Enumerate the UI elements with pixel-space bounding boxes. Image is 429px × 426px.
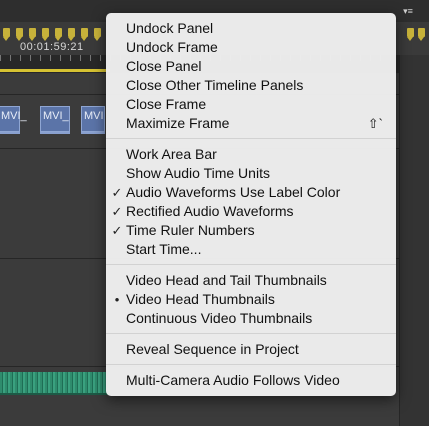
menu-item-label: Maximize Frame <box>126 115 230 131</box>
menu-item-label: Continuous Video Thumbnails <box>126 310 313 326</box>
menu-item-label: Video Head Thumbnails <box>126 291 275 307</box>
menu-item-audio-waveforms-use-label-color[interactable]: ✓ Audio Waveforms Use Label Color <box>106 183 396 202</box>
menu-item-label: Time Ruler Numbers <box>126 222 255 238</box>
radio-dot-icon: • <box>114 292 120 307</box>
menu-item-reveal-sequence-in-project[interactable]: Reveal Sequence in Project <box>106 340 396 359</box>
work-area-bar[interactable] <box>0 69 110 72</box>
video-clip[interactable]: MVI_ <box>40 106 70 132</box>
menu-item-undock-panel[interactable]: Undock Panel <box>106 19 396 38</box>
menu-item-time-ruler-numbers[interactable]: ✓ Time Ruler Numbers <box>106 221 396 240</box>
menu-item-label: Close Other Timeline Panels <box>126 77 304 93</box>
menu-item-label: Close Panel <box>126 58 202 74</box>
marker-icon[interactable] <box>55 28 62 41</box>
menu-item-undock-frame[interactable]: Undock Frame <box>106 38 396 57</box>
menu-separator <box>106 138 396 139</box>
menu-item-work-area-bar[interactable]: Work Area Bar <box>106 145 396 164</box>
keyboard-shortcut: ⇧` <box>367 116 383 131</box>
menu-item-label: Close Frame <box>126 96 207 112</box>
playhead-timecode[interactable]: 00:01:59:21 <box>20 41 84 53</box>
clip-underline <box>40 132 70 134</box>
video-clip[interactable]: MVI <box>81 106 105 132</box>
marker-icon[interactable] <box>29 28 36 41</box>
menu-item-label: Rectified Audio Waveforms <box>126 203 294 219</box>
marker-icon[interactable] <box>16 28 23 41</box>
menu-item-label: Undock Frame <box>126 39 218 55</box>
clip-underline <box>81 132 105 134</box>
menu-item-video-head-thumbnails[interactable]: • Video Head Thumbnails <box>106 290 396 309</box>
marker-icon[interactable] <box>418 28 425 41</box>
checkmark-icon: ✓ <box>111 223 123 238</box>
menu-item-label: Multi-Camera Audio Follows Video <box>126 372 340 388</box>
menu-item-label: Start Time... <box>126 241 202 257</box>
menu-item-label: Undock Panel <box>126 20 214 36</box>
menu-separator <box>106 364 396 365</box>
timeline-panel-menu: Undock Panel Undock Frame Close Panel Close… <box>106 13 396 396</box>
marker-icon[interactable] <box>81 28 88 41</box>
menu-item-label: Work Area Bar <box>126 146 217 162</box>
marker-icon[interactable] <box>42 28 49 41</box>
marker-icon[interactable] <box>407 28 414 41</box>
menu-item-close-frame[interactable]: Close Frame <box>106 95 396 114</box>
panel-menu-icon[interactable]: ▾≡ <box>401 6 415 16</box>
audio-waveform[interactable] <box>0 372 110 394</box>
video-clip[interactable]: MVI_ <box>0 106 27 132</box>
marker-icon[interactable] <box>94 28 101 41</box>
menu-item-label: Audio Waveforms Use Label Color <box>126 184 341 200</box>
menu-item-label: Video Head and Tail Thumbnails <box>126 272 327 288</box>
clip-underline <box>0 132 20 134</box>
marker-icon[interactable] <box>68 28 75 41</box>
menu-separator <box>106 264 396 265</box>
menu-item-multi-camera-audio-follows-video[interactable]: Multi-Camera Audio Follows Video <box>106 371 396 390</box>
menu-item-label: Reveal Sequence in Project <box>126 341 299 357</box>
menu-item-video-head-and-tail-thumbnails[interactable]: Video Head and Tail Thumbnails <box>106 271 396 290</box>
menu-item-show-audio-time-units[interactable]: Show Audio Time Units <box>106 164 396 183</box>
menu-item-continuous-video-thumbnails[interactable]: Continuous Video Thumbnails <box>106 309 396 328</box>
menu-item-label: Show Audio Time Units <box>126 165 270 181</box>
menu-item-close-panel[interactable]: Close Panel <box>106 57 396 76</box>
clip-label: MVI <box>84 110 104 122</box>
checkmark-icon: ✓ <box>111 185 123 200</box>
menu-item-maximize-frame[interactable]: Maximize Frame ⇧` <box>106 114 396 133</box>
marker-icon[interactable] <box>3 28 10 41</box>
menu-item-start-time[interactable]: Start Time... <box>106 240 396 259</box>
menu-separator <box>106 333 396 334</box>
track-scrollbar[interactable] <box>400 55 429 426</box>
audio-baseline <box>0 393 110 395</box>
checkmark-icon: ✓ <box>111 204 123 219</box>
menu-item-close-other-timeline-panels[interactable]: Close Other Timeline Panels <box>106 76 396 95</box>
clip-label: MVI_ <box>43 110 69 122</box>
menu-item-rectified-audio-waveforms[interactable]: ✓ Rectified Audio Waveforms <box>106 202 396 221</box>
clip-label: MVI_ <box>1 110 27 122</box>
